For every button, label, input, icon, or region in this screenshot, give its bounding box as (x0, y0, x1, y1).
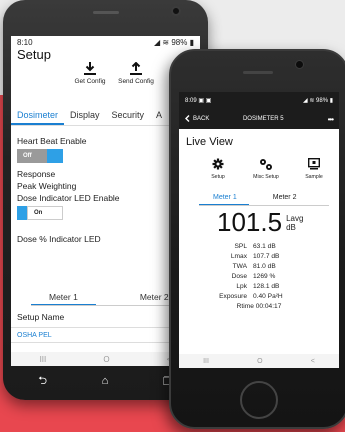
main-value: 101.5 (217, 207, 283, 237)
live-view-actions: Setup Misc Setup Sample (203, 158, 329, 180)
iphone-screen: 8:09 ▣ ▣ ◢ ≋ 98% ▮ BACK DOSIMETER 5 ••• … (179, 92, 339, 368)
home-icon[interactable]: ⌂ (102, 375, 109, 387)
chevron-left-icon (185, 114, 190, 124)
reading-row: TWA 81.0 dB (179, 262, 339, 272)
phone-speaker (243, 71, 273, 74)
home-button[interactable]: O (103, 355, 109, 364)
status-time: 8:09 (185, 98, 197, 104)
misc-setup-label: Misc Setup (253, 174, 279, 180)
back-button[interactable]: BACK (185, 114, 229, 124)
meter-tabs: Meter 1 Meter 2 (199, 192, 329, 206)
setup-name-value[interactable]: OSHA PEL (17, 332, 52, 339)
tab-meter-1[interactable]: Meter 1 (199, 192, 249, 205)
download-icon (71, 62, 109, 76)
iphone-soft-nav: III O < (179, 354, 339, 368)
signal-icon: ◢ ≋ (154, 37, 172, 47)
back-label: BACK (193, 116, 210, 122)
reading-value: 81.0 dB (253, 263, 276, 270)
reading-row: Lpk 128.1 dB (179, 282, 339, 292)
status-indicators: ◢ ≋ 98% ▮ (154, 38, 194, 47)
send-config-button[interactable]: Send Config (117, 62, 155, 85)
setup-button[interactable]: Setup (203, 158, 233, 180)
reading-label: SPL (234, 243, 247, 250)
main-reading: 101.5 Lavg dB (217, 208, 303, 236)
tab-dosimeter[interactable]: Dosimeter (11, 104, 65, 125)
phone-speaker (93, 11, 119, 14)
status-time-group: 8:09 ▣ ▣ (185, 97, 211, 104)
home-button[interactable]: O (257, 358, 262, 365)
sample-button[interactable]: Sample (299, 158, 329, 180)
phone-camera (295, 60, 304, 69)
gear-icon (203, 158, 233, 171)
toggle-knob (47, 149, 63, 163)
reading-label: TWA (232, 263, 247, 270)
readings-list: SPL 63.1 dB Lmax 107.7 dB TWA 81.0 dB Dose 1… (179, 242, 339, 312)
reading-row: Dose 1269 % (179, 272, 339, 282)
reading-value: 107.7 dB (253, 253, 280, 260)
status-bar: 8:09 ▣ ▣ ◢ ≋ 98% ▮ (179, 92, 339, 109)
sample-label: Sample (305, 174, 323, 180)
battery-icon: ▮ (328, 98, 333, 104)
tab-meter-1[interactable]: Meter 1 (31, 288, 96, 305)
heartbeat-toggle[interactable]: Off (17, 149, 63, 163)
app-bar: BACK DOSIMETER 5 ••• (179, 109, 339, 129)
device-title: DOSIMETER 5 (242, 116, 284, 122)
main-unit-metric: Lavg (286, 214, 304, 223)
get-config-button[interactable]: Get Config (71, 62, 109, 85)
send-config-label: Send Config (118, 78, 154, 85)
sample-icon (299, 158, 329, 171)
recents-button[interactable]: III (40, 355, 47, 364)
battery-level: 98% (171, 37, 188, 47)
page-title: Live View (186, 136, 233, 148)
tab-meter-2[interactable]: Meter 2 (259, 192, 309, 205)
tab-more[interactable]: A (150, 104, 168, 125)
reading-label: Dose (231, 273, 247, 280)
battery-level: 98% (316, 98, 329, 104)
phone-camera (171, 6, 181, 16)
toggle-knob (17, 206, 27, 220)
led-toggle-text: On (27, 206, 63, 220)
home-button-hardware[interactable] (240, 381, 278, 419)
gears-icon (251, 158, 281, 171)
misc-setup-button[interactable]: Misc Setup (251, 158, 281, 180)
recents-button[interactable]: III (203, 358, 209, 365)
notification-icon: ▣ ▣ (196, 98, 212, 104)
led-enable-toggle[interactable]: On (17, 206, 63, 220)
upload-icon (117, 62, 155, 76)
status-indicators: ◢ ≋ 98% ▮ (303, 97, 333, 104)
reading-row: SPL 63.1 dB (179, 242, 339, 252)
status-time: 8:10 (17, 37, 33, 47)
reading-value: 128.1 dB (253, 283, 280, 290)
iphone: 8:09 ▣ ▣ ◢ ≋ 98% ▮ BACK DOSIMETER 5 ••• … (169, 49, 345, 429)
signal-icon: ◢ ≋ (303, 98, 317, 104)
tab-display[interactable]: Display (64, 104, 106, 125)
config-actions: Get Config Send Config (71, 62, 155, 85)
more-menu-icon[interactable]: ••• (328, 115, 334, 124)
heartbeat-toggle-text: Off (17, 149, 47, 163)
reading-row: Exposure 0.40 Pa²H (179, 292, 339, 302)
tab-security[interactable]: Security (106, 104, 151, 125)
reading-value: 0.40 Pa²H (253, 293, 283, 300)
setup-label: Setup (211, 174, 225, 180)
back-icon[interactable]: ⮌ (38, 372, 47, 391)
reading-label: Lmax (230, 253, 247, 260)
battery-icon: ▮ (187, 37, 194, 47)
main-unit: Lavg dB (286, 214, 303, 232)
reading-label: Exposure (219, 293, 247, 300)
reading-value: 63.1 dB (253, 243, 276, 250)
back-button[interactable]: < (311, 358, 315, 365)
main-unit-db: dB (286, 223, 296, 232)
get-config-label: Get Config (74, 78, 106, 85)
setup-name-label: Setup Name (17, 312, 65, 322)
runtime-readout: Rtime 00:04:17 (236, 303, 282, 310)
reading-label: Lpk (236, 283, 247, 290)
reading-row: Lmax 107.7 dB (179, 252, 339, 262)
reading-value: 1269 % (253, 273, 276, 280)
